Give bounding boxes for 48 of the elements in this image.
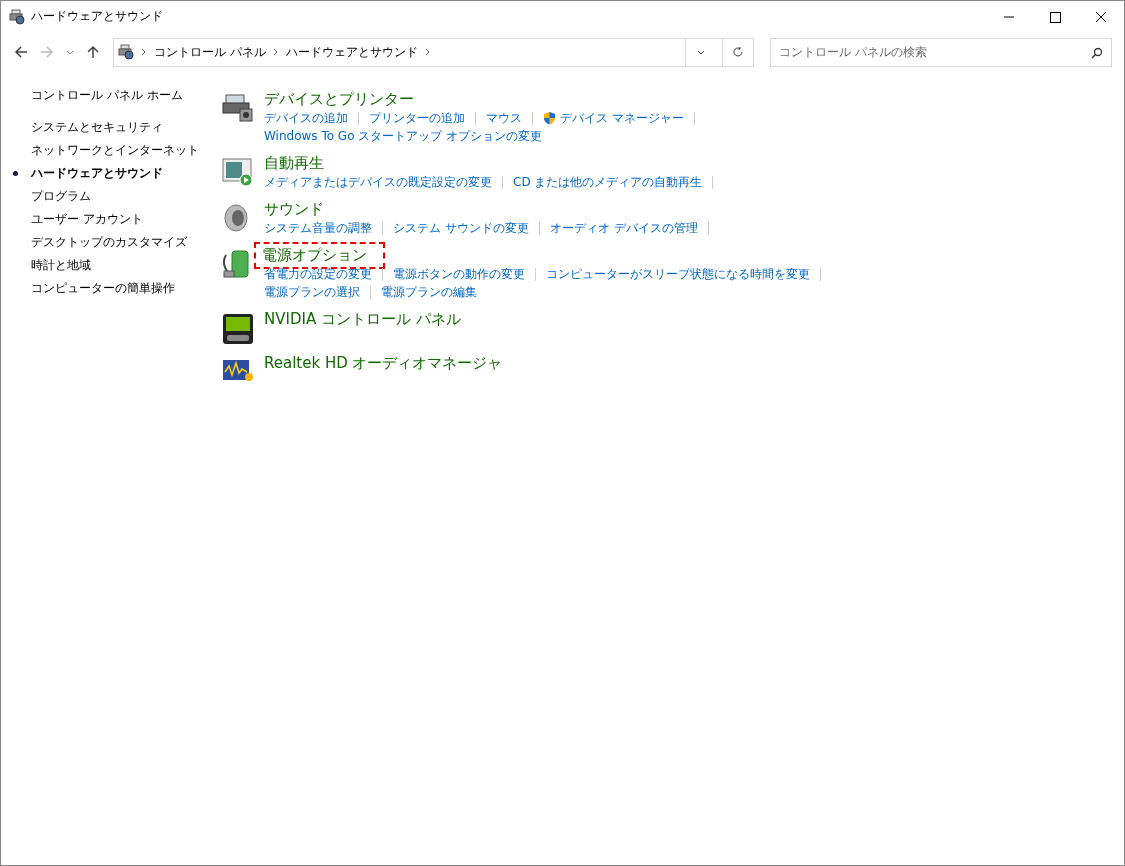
sidebar-item[interactable]: システムとセキュリティ: [31, 120, 163, 134]
sidebar-link[interactable]: コントロール パネル ホーム: [31, 87, 221, 104]
category-title-link[interactable]: サウンド: [260, 198, 328, 221]
search-icon: [1091, 46, 1103, 59]
task-link[interactable]: メディアまたはデバイスの既定設定の変更: [264, 173, 492, 191]
sidebar-item[interactable]: コンピューターの簡単操作: [31, 281, 175, 295]
task-link[interactable]: CD または他のメディアの自動再生: [513, 173, 703, 191]
breadcrumb[interactable]: ハードウェアとサウンド: [285, 43, 418, 61]
printer-icon: [118, 44, 134, 60]
task-link[interactable]: 電源プランの編集: [381, 283, 477, 301]
sidebar-item[interactable]: ネットワークとインターネット: [31, 143, 199, 157]
up-arrow-icon[interactable]: [85, 44, 101, 60]
task-link[interactable]: オーディオ デバイスの管理: [549, 219, 698, 237]
task-link[interactable]: デバイスの追加: [264, 109, 348, 127]
category-title-link[interactable]: 電源オプション: [254, 242, 385, 269]
sidebar-item[interactable]: ユーザー アカウント: [31, 212, 143, 226]
task-link[interactable]: プリンターの追加: [369, 109, 465, 127]
task-link[interactable]: システム サウンドの変更: [393, 219, 529, 237]
category-title-link[interactable]: Realtek HD オーディオマネージャ: [260, 352, 507, 375]
task-link[interactable]: Windows To Go スタートアップ オプションの変更: [264, 127, 543, 145]
address-bar[interactable]: コントロール パネル ハードウェアとサウンド: [113, 37, 754, 67]
category-title-link[interactable]: デバイスとプリンター: [260, 88, 418, 111]
task-link[interactable]: システム音量の調整: [264, 219, 372, 237]
task-link[interactable]: マウス: [486, 109, 522, 127]
sidebar-item[interactable]: プログラム: [31, 189, 91, 203]
printer-icon[interactable]: [221, 93, 254, 123]
search-field[interactable]: コントロール パネルの検索: [770, 37, 1112, 67]
task-link[interactable]: デバイス マネージャー: [560, 109, 684, 127]
bullet-icon: [13, 171, 18, 176]
sidebar-item[interactable]: デスクトップのカスタマイズ: [31, 235, 187, 249]
audio-wave-icon[interactable]: [221, 357, 254, 383]
graphics-card-icon[interactable]: [221, 313, 254, 345]
category-title-link[interactable]: 自動再生: [260, 152, 328, 175]
chevron-right-icon[interactable]: [423, 47, 432, 57]
sidebar-item[interactable]: 時計と地域: [31, 258, 91, 272]
task-link[interactable]: 電源プランの選択: [264, 283, 360, 301]
window-title: ハードウェアとサウンド: [31, 8, 163, 25]
breadcrumb[interactable]: コントロール パネル: [154, 43, 266, 61]
category-title-link[interactable]: NVIDIA コントロール パネル: [260, 308, 465, 331]
task-link[interactable]: コンピューターがスリープ状態になる時間を変更: [546, 265, 810, 283]
refresh-icon: [732, 46, 744, 58]
sidebar-item[interactable]: ハードウェアとサウンド: [31, 166, 163, 180]
media-window-icon[interactable]: [221, 157, 254, 187]
printer-icon: [9, 8, 25, 25]
chevron-right-icon[interactable]: [140, 47, 148, 57]
chevron-right-icon[interactable]: [271, 47, 280, 57]
task-link[interactable]: 電源ボタンの動作の変更: [393, 265, 525, 283]
back-arrow-icon[interactable]: [13, 44, 29, 60]
